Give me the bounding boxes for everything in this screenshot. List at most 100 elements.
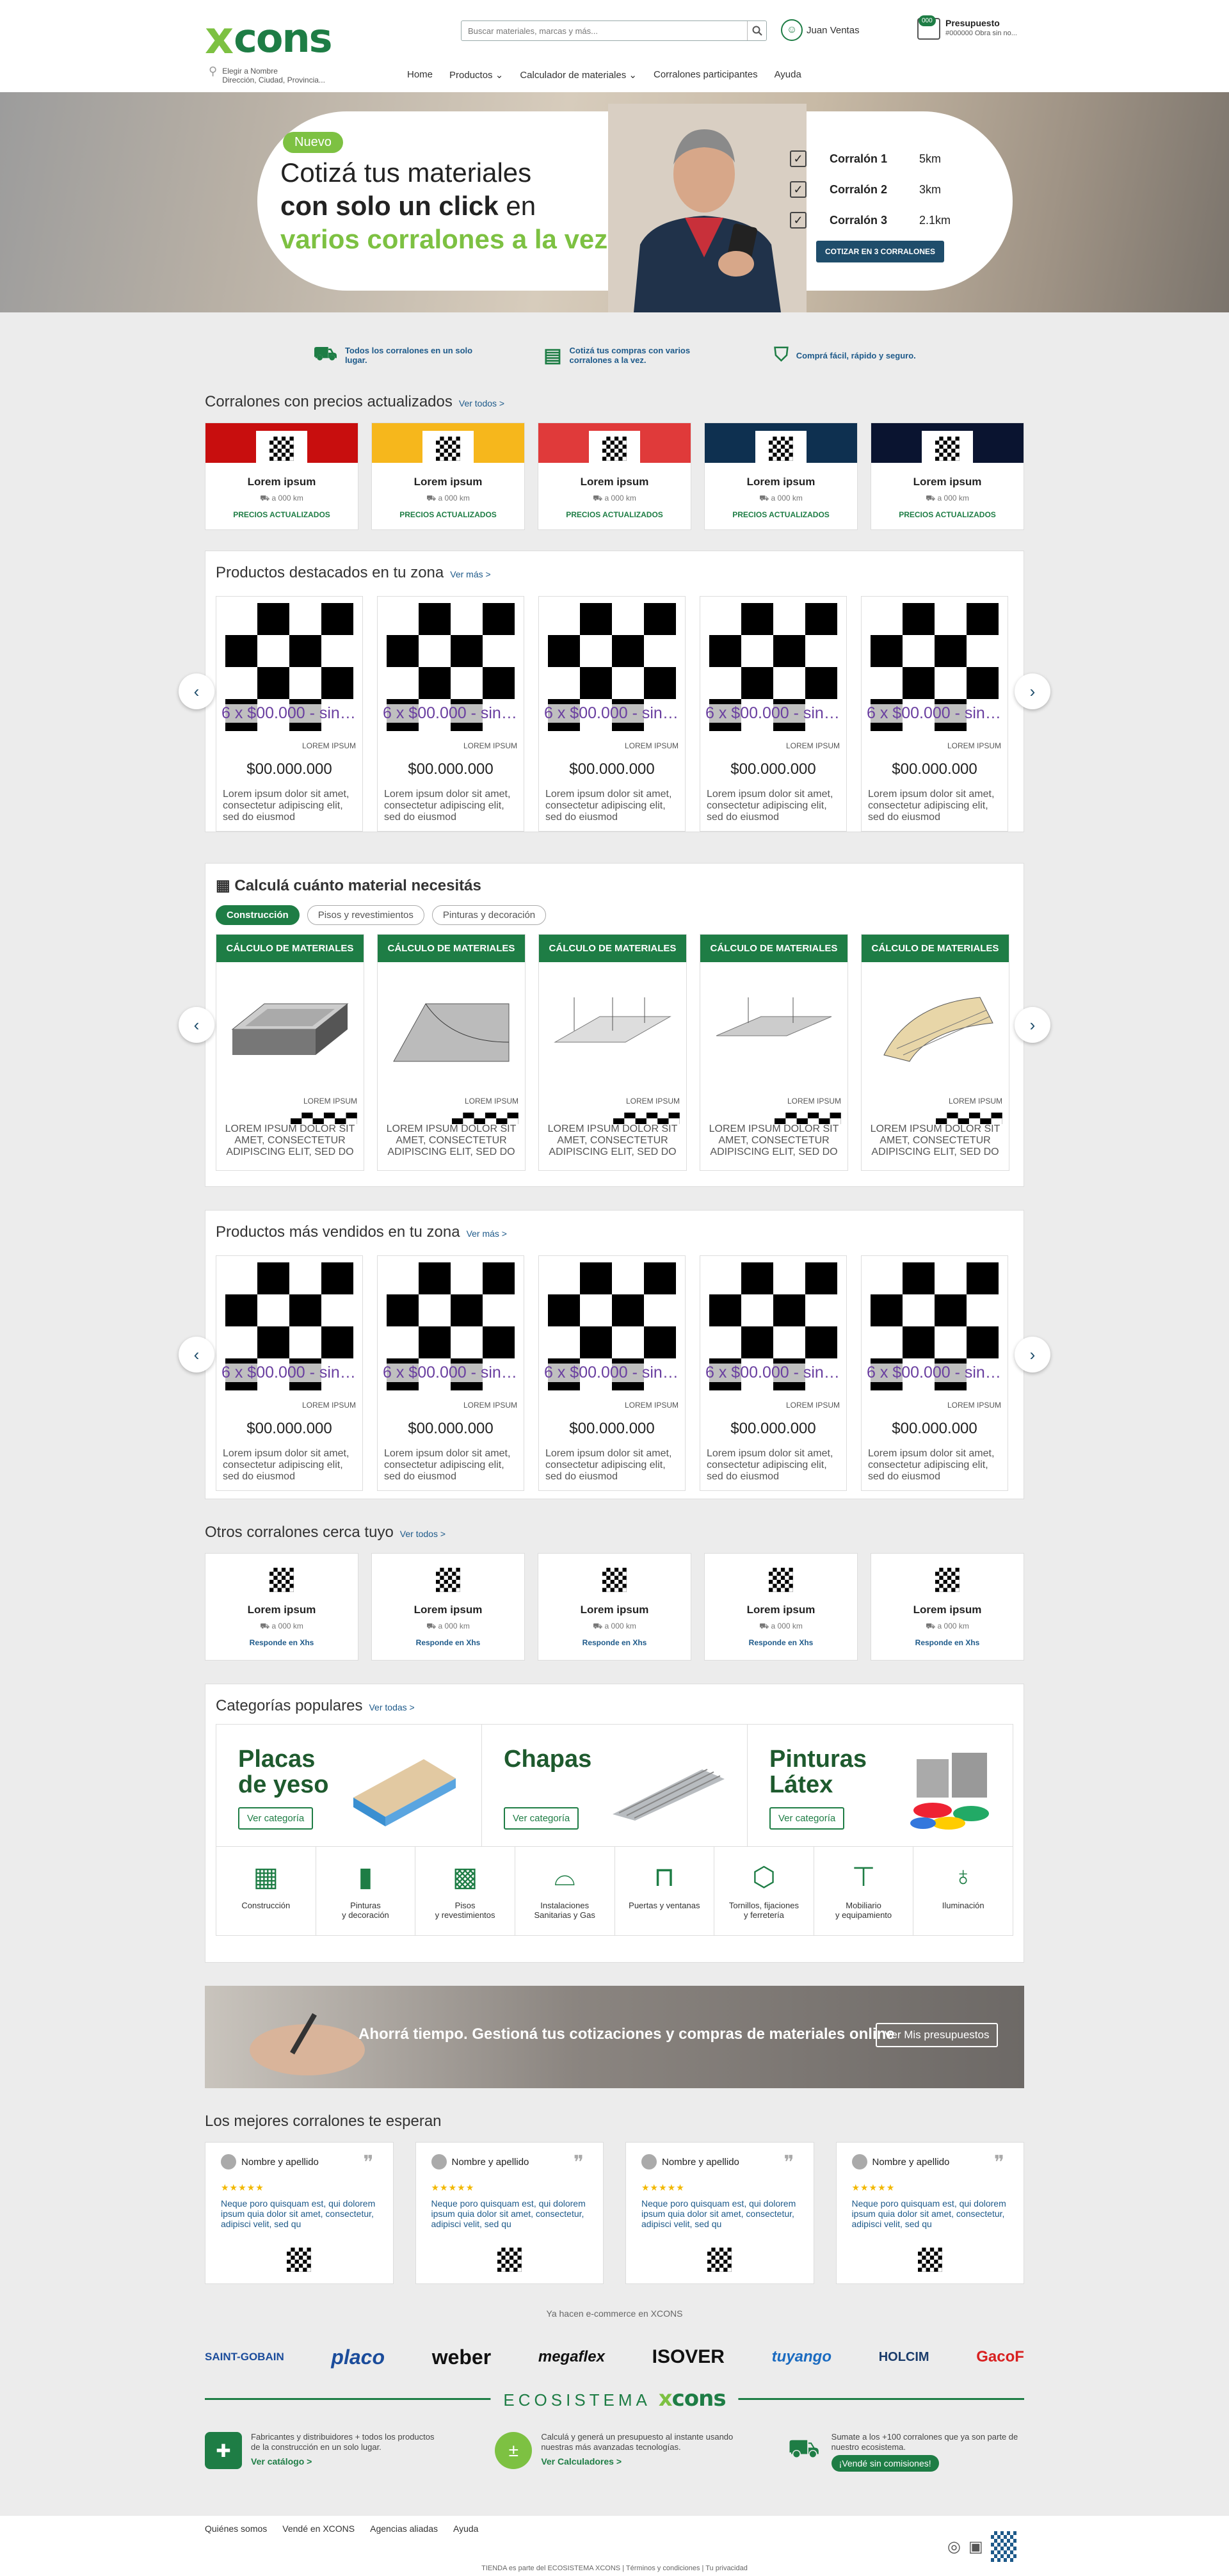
checkbox-checked-icon[interactable]: ✓ (790, 181, 807, 198)
search-input[interactable]: Buscar materiales, marcas y más... (462, 26, 747, 36)
cotizar-button[interactable]: COTIZAR EN 3 CORRALONES (816, 241, 945, 262)
product-card[interactable]: 6 x $00.000 - sin interés LOREM IPSUM $0… (861, 1255, 1008, 1491)
corralon-card[interactable]: Lorem ipsum ⛟ a 000 km PRECIOS ACTUALIZA… (871, 423, 1024, 530)
user-menu[interactable]: ☺ Juan Ventas (781, 19, 860, 41)
product-card[interactable]: 6 x $00.000 - sin interés LOREM IPSUM $0… (377, 1255, 524, 1491)
linkedin-icon[interactable]: ▣ (968, 2538, 983, 2556)
corralon-option[interactable]: ✓ Corralón 3 2.1km (790, 205, 951, 236)
see-category-button[interactable]: Ver categoría (238, 1807, 314, 1830)
nav-home[interactable]: Home (407, 69, 433, 81)
see-category-button[interactable]: Ver categoría (769, 1807, 845, 1830)
budget-widget[interactable]: 000 Presupuesto #000000 Obra sin no... (917, 15, 1017, 40)
see-all-link[interactable]: Ver todos > (400, 1529, 446, 1539)
brand-logo[interactable]: megaflex (538, 2348, 605, 2366)
nav-calculador[interactable]: Calculador de materiales ⌄ (520, 69, 637, 81)
installments-tag: 6 x $00.000 - sin interés (383, 704, 517, 723)
checkbox-checked-icon[interactable]: ✓ (790, 212, 807, 229)
calculator-card[interactable]: CÁLCULO DE MATERIALES LOREM IPSUM LOREM … (861, 934, 1009, 1171)
footer-link[interactable]: Vendé en XCONS (282, 2524, 355, 2534)
footer-link[interactable]: Agencias aliadas (370, 2524, 438, 2534)
calculators-link[interactable]: Ver Calculadores > (541, 2456, 734, 2467)
section-title: Productos más vendidos en tu zona Ver más… (216, 1223, 1013, 1241)
catalog-link[interactable]: Ver catálogo > (251, 2456, 444, 2467)
checkbox-checked-icon[interactable]: ✓ (790, 150, 807, 167)
calculator-card[interactable]: CÁLCULO DE MATERIALES LOREM IPSUM LOREM … (216, 934, 364, 1171)
corralon-name: Corralón 3 (830, 213, 888, 227)
nearby-corralon-card[interactable]: Lorem ipsum ⛟ a 000 km Responde en Xhs (871, 1553, 1024, 1661)
product-card[interactable]: 6 x $00.000 - sin interés LOREM IPSUM $0… (377, 596, 524, 832)
corralon-option[interactable]: ✓ Corralón 2 3km (790, 174, 951, 205)
footer-link[interactable]: Ayuda (453, 2524, 478, 2534)
carousel-prev-button[interactable]: ‹ (179, 1337, 214, 1373)
product-description: Lorem ipsum dolor sit amet, consectetur … (707, 1448, 833, 1482)
search-box[interactable]: Buscar materiales, marcas y más... (461, 20, 767, 41)
calculator-card[interactable]: CÁLCULO DE MATERIALES LOREM IPSUM LOREM … (377, 934, 526, 1171)
brand-logo[interactable]: GacoF (976, 2348, 1024, 2366)
xcons-logo[interactable]: x cons (205, 12, 333, 64)
category-item[interactable]: ⊓ Puertas y ventanas (615, 1847, 715, 1935)
footer-link[interactable]: Quiénes somos (205, 2524, 267, 2534)
corralon-card[interactable]: Lorem ipsum ⛟ a 000 km PRECIOS ACTUALIZA… (704, 423, 858, 530)
location-selector[interactable]: ⚲ Elegir a Nombre Dirección, Ciudad, Prov… (209, 65, 325, 85)
nearby-corralon-card[interactable]: Lorem ipsum ⛟ a 000 km Responde en Xhs (205, 1553, 358, 1661)
tab-pisos[interactable]: Pisos y revestimientos (307, 905, 424, 925)
product-card[interactable]: 6 x $00.000 - sin interés LOREM IPSUM $0… (216, 596, 363, 832)
nearby-corralon-card[interactable]: Lorem ipsum ⛟ a 000 km Responde en Xhs (704, 1553, 858, 1661)
category-item[interactable]: ▦ Construcción (216, 1847, 316, 1935)
product-card[interactable]: 6 x $00.000 - sin interés LOREM IPSUM $0… (700, 596, 847, 832)
category-item[interactable]: ⬡ Tornillos, fijaciones y ferretería (714, 1847, 814, 1935)
carousel-prev-button[interactable]: ‹ (179, 1007, 214, 1043)
see-category-button[interactable]: Ver categoría (504, 1807, 579, 1830)
category-pinturas[interactable]: Pinturas Látex Ver categoría (748, 1725, 1013, 1846)
search-icon[interactable] (747, 21, 766, 40)
corralon-logo (755, 431, 807, 467)
category-item[interactable]: ▩ Pisos y revestimientos (415, 1847, 515, 1935)
category-item[interactable]: ♁ Iluminación (913, 1847, 1013, 1935)
brand-logo[interactable]: ISOVER (652, 2346, 725, 2368)
nav-ayuda[interactable]: Ayuda (775, 69, 801, 81)
category-item[interactable]: ⌓ Instalaciones Sanitarias y Gas (515, 1847, 615, 1935)
brand-logo[interactable]: HOLCIM (879, 2350, 929, 2365)
category-placas[interactable]: Placas de yeso Ver categoría (216, 1725, 482, 1846)
sell-button[interactable]: ¡Vendé sin comisiones! (831, 2455, 939, 2472)
carousel-next-button[interactable]: › (1015, 1337, 1050, 1373)
corralon-card[interactable]: Lorem ipsum ⛟ a 000 km PRECIOS ACTUALIZA… (538, 423, 691, 530)
corralon-card[interactable]: Lorem ipsum ⛟ a 000 km PRECIOS ACTUALIZA… (205, 423, 358, 530)
see-more-link[interactable]: Ver más > (450, 569, 490, 579)
my-budgets-button[interactable]: Ver Mis presupuestos (876, 2023, 999, 2047)
see-all-link[interactable]: Ver todos > (459, 398, 504, 408)
carousel-next-button[interactable]: › (1015, 673, 1050, 709)
reviewer: Nombre y apellido (221, 2154, 378, 2169)
qr-code-icon[interactable] (990, 2531, 1016, 2562)
brand-logo[interactable]: SAINT-GOBAIN (205, 2351, 284, 2363)
see-more-link[interactable]: Ver más > (467, 1228, 507, 1239)
brand-logo[interactable]: weber (432, 2346, 491, 2369)
product-card[interactable]: 6 x $00.000 - sin interés LOREM IPSUM $0… (216, 1255, 363, 1491)
star-rating: ★★★★★ (851, 2182, 896, 2193)
carousel-next-button[interactable]: › (1015, 1007, 1050, 1043)
instagram-icon[interactable]: ◎ (947, 2538, 961, 2556)
nav-productos[interactable]: Productos ⌄ (449, 69, 503, 81)
brand-logo[interactable]: tuyango (772, 2348, 831, 2366)
nearby-corralon-card[interactable]: Lorem ipsum ⛟ a 000 km Responde en Xhs (538, 1553, 691, 1661)
brand-logo[interactable]: placo (331, 2346, 385, 2369)
hero-line-3: varios corralones a la vez (280, 224, 608, 254)
product-card[interactable]: 6 x $00.000 - sin interés LOREM IPSUM $0… (700, 1255, 847, 1491)
calculator-card[interactable]: CÁLCULO DE MATERIALES LOREM IPSUM LOREM … (700, 934, 848, 1171)
corralon-card[interactable]: Lorem ipsum ⛟ a 000 km PRECIOS ACTUALIZA… (371, 423, 525, 530)
tiles-icon: ▩ (452, 1862, 478, 1892)
calculator-card[interactable]: CÁLCULO DE MATERIALES LOREM IPSUM LOREM … (538, 934, 687, 1171)
category-item[interactable]: ⊤ Mobiliario y equipamiento (814, 1847, 914, 1935)
nearby-corralon-card[interactable]: Lorem ipsum ⛟ a 000 km Responde en Xhs (371, 1553, 525, 1661)
product-card[interactable]: 6 x $00.000 - sin interés LOREM IPSUM $0… (538, 1255, 686, 1491)
tab-pinturas[interactable]: Pinturas y decoración (431, 905, 547, 925)
tab-construccion[interactable]: Construcción (216, 905, 300, 925)
carousel-prev-button[interactable]: ‹ (179, 673, 214, 709)
category-item[interactable]: ▮ Pinturas y decoración (316, 1847, 416, 1935)
category-chapas[interactable]: Chapas Ver categoría (482, 1725, 748, 1846)
see-all-link[interactable]: Ver todas > (369, 1702, 414, 1712)
nav-corralones[interactable]: Corralones participantes (654, 69, 758, 81)
product-card[interactable]: 6 x $00.000 - sin interés LOREM IPSUM $0… (861, 596, 1008, 832)
corralon-option[interactable]: ✓ Corralón 1 5km (790, 143, 951, 174)
product-card[interactable]: 6 x $00.000 - sin interés LOREM IPSUM $0… (538, 596, 686, 832)
